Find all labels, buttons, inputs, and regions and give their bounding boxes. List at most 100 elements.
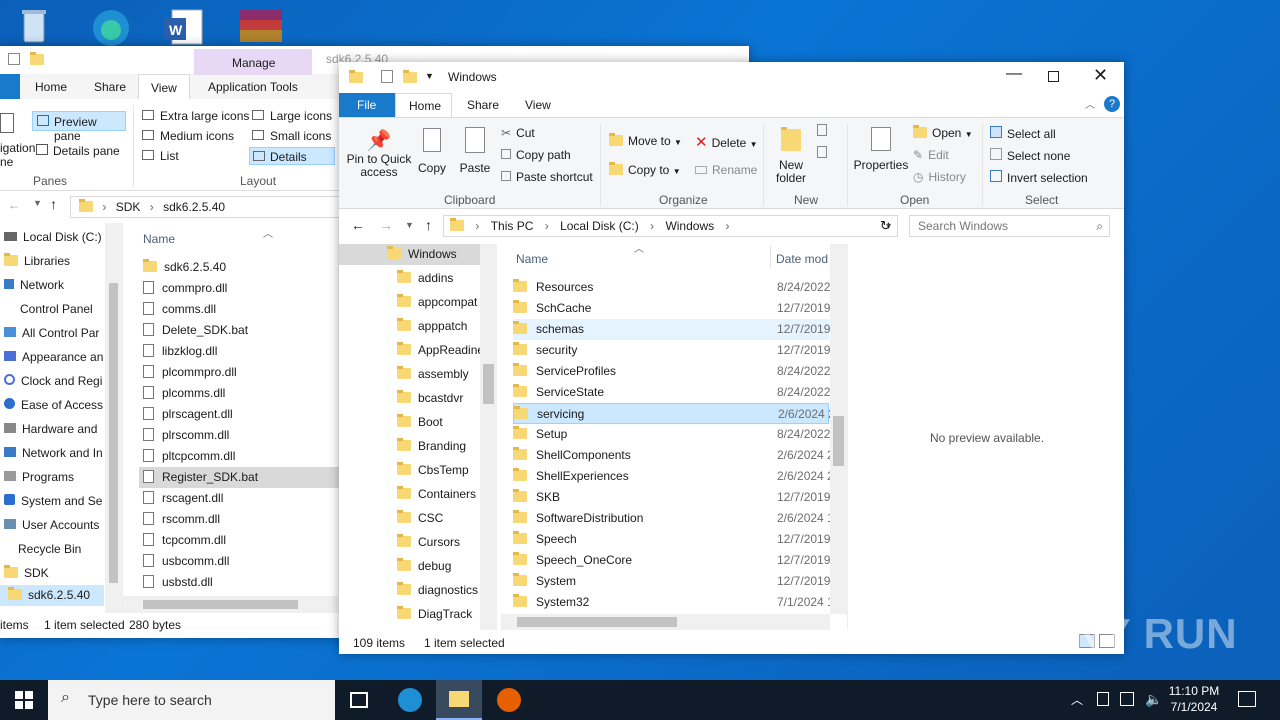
taskbar-clock[interactable]: 11:10 PM 7/1/2024 bbox=[1166, 683, 1222, 717]
navigation-pane-icon[interactable] bbox=[0, 113, 14, 133]
file-row[interactable]: usbstd.dll bbox=[143, 572, 213, 593]
notification-center-icon[interactable] bbox=[1238, 691, 1256, 707]
rename-button[interactable]: Rename bbox=[695, 163, 757, 177]
properties-icon[interactable] bbox=[8, 53, 20, 65]
nav-item-sdk[interactable]: SDK bbox=[4, 563, 49, 584]
manage-context-tab[interactable]: Manage bbox=[194, 49, 312, 75]
back-tab-share[interactable]: Share bbox=[94, 80, 126, 94]
folder-row[interactable]: SchCache 12/7/2019 bbox=[513, 298, 830, 319]
search-windows-input[interactable]: Search Windows ⌕ bbox=[909, 215, 1110, 237]
move-to-button[interactable]: Move to ▼ bbox=[609, 133, 682, 148]
back-name-column-header[interactable]: Name bbox=[143, 232, 175, 246]
back-tab-view[interactable]: View bbox=[138, 74, 190, 100]
nav-item-recycle-bin[interactable]: Recycle Bin bbox=[4, 539, 81, 560]
tray-chevron-up-icon[interactable]: ︿ bbox=[1071, 691, 1083, 708]
start-windows-icon[interactable] bbox=[15, 691, 33, 709]
nav-item-network[interactable]: Network bbox=[4, 275, 64, 296]
taskbar-edge-icon[interactable] bbox=[398, 688, 422, 712]
date-modified-column-header[interactable]: Date mod bbox=[776, 252, 828, 266]
ribbon-collapse-chevron-icon[interactable]: ︿ bbox=[1085, 96, 1095, 111]
file-row[interactable]: sdk6.2.5.40 bbox=[143, 257, 226, 278]
history-button[interactable]: ◷ History bbox=[913, 170, 966, 184]
tree-item[interactable]: Branding bbox=[397, 436, 466, 457]
file-row[interactable]: plcomms.dll bbox=[143, 383, 225, 404]
details-pane-button[interactable]: Details pane bbox=[32, 141, 126, 161]
file-row[interactable]: plcommpro.dll bbox=[143, 362, 237, 383]
name-column-header[interactable]: Name bbox=[516, 252, 548, 266]
new-folder-quick-icon[interactable] bbox=[403, 70, 417, 85]
maximize-icon[interactable] bbox=[1048, 71, 1059, 82]
back-list-hscroll[interactable] bbox=[123, 596, 339, 613]
tree-item[interactable]: debug bbox=[397, 556, 451, 577]
folder-row[interactable]: Speech 12/7/2019 bbox=[513, 529, 830, 550]
file-row[interactable]: Delete_SDK.bat bbox=[143, 320, 248, 341]
tree-item[interactable]: assembly bbox=[397, 364, 469, 385]
tree-item[interactable]: bcastdvr bbox=[397, 388, 463, 409]
new-folder-button[interactable]: New folder bbox=[769, 124, 813, 190]
tree-item[interactable]: addins bbox=[397, 268, 453, 289]
back-tab-application-tools[interactable]: Application Tools bbox=[208, 80, 298, 94]
tree-item[interactable]: Boot bbox=[397, 412, 443, 433]
folder-row[interactable]: SKB 12/7/2019 bbox=[513, 487, 830, 508]
crumb-this-pc[interactable]: This PC bbox=[491, 219, 534, 233]
folder-row[interactable]: SoftwareDistribution 2/6/2024 1 bbox=[513, 508, 834, 529]
front-file-tab[interactable]: File bbox=[339, 93, 395, 117]
help-icon[interactable]: ? bbox=[1104, 96, 1120, 112]
tree-item[interactable]: DiagTrack bbox=[397, 604, 472, 625]
file-row[interactable]: plrscagent.dll bbox=[143, 404, 233, 425]
tray-network-icon[interactable] bbox=[1097, 692, 1109, 706]
tree-item-windows[interactable]: Windows bbox=[339, 244, 480, 265]
folder-row-hover[interactable]: schemas 12/7/2019 bbox=[513, 319, 830, 340]
large-icons-option[interactable]: Large icons bbox=[252, 109, 332, 123]
list-option[interactable]: List bbox=[142, 149, 179, 163]
folder-row[interactable]: ShellComponents 2/6/2024 2 bbox=[513, 445, 834, 466]
nav-item-sdk6[interactable]: sdk6.2.5.40 bbox=[0, 585, 104, 606]
file-row-selected[interactable]: Register_SDK.bat bbox=[139, 467, 339, 488]
taskbar-firefox-icon[interactable] bbox=[497, 688, 521, 712]
open-button[interactable]: Open ▼ bbox=[913, 125, 973, 140]
tree-item[interactable]: Cursors bbox=[397, 532, 460, 553]
tray-display-icon[interactable] bbox=[1120, 692, 1134, 706]
back-crumb-sdk[interactable]: SDK bbox=[116, 200, 141, 214]
back-up-icon[interactable]: ↑ bbox=[50, 196, 57, 212]
recycle-bin-icon[interactable] bbox=[14, 6, 64, 46]
file-row[interactable]: comms.dll bbox=[143, 299, 216, 320]
copy-path-button[interactable]: Copy path bbox=[501, 148, 571, 162]
file-row[interactable]: pltcpcomm.dll bbox=[143, 446, 235, 467]
back-arrow-icon[interactable]: ← bbox=[351, 217, 365, 233]
select-all-button[interactable]: Select all bbox=[990, 126, 1056, 141]
edge-icon[interactable] bbox=[86, 6, 136, 46]
folder-row[interactable]: Resources 8/24/2022 bbox=[513, 277, 830, 298]
folder-row-selected[interactable]: servicing 2/6/2024 2 bbox=[513, 403, 835, 424]
nav-item-control-panel[interactable]: Control Panel bbox=[4, 299, 93, 320]
crumb-local-disk[interactable]: Local Disk (C:) bbox=[560, 219, 639, 233]
preview-pane-button[interactable]: Preview pane bbox=[32, 111, 126, 143]
pin-to-quick-access-button[interactable]: 📌 Pin to Quick access bbox=[343, 124, 415, 194]
folder-row[interactable]: ServiceState 8/24/2022 bbox=[513, 382, 830, 403]
tree-item[interactable]: AppReadine bbox=[397, 340, 484, 361]
paste-button[interactable]: Paste bbox=[457, 124, 493, 184]
new-folder-icon[interactable] bbox=[30, 52, 44, 67]
new-item-icon[interactable] bbox=[817, 124, 827, 136]
easy-access-icon[interactable] bbox=[817, 146, 827, 158]
folder-row[interactable]: ServiceProfiles 8/24/2022 bbox=[513, 361, 830, 382]
folder-row[interactable]: security 12/7/2019 bbox=[513, 340, 830, 361]
front-address-bar[interactable]: › This PC › Local Disk (C:) › Windows › … bbox=[443, 215, 898, 237]
front-tab-home[interactable]: Home bbox=[395, 93, 452, 118]
select-none-button[interactable]: Select none bbox=[990, 148, 1070, 163]
copy-button[interactable]: Copy bbox=[415, 124, 449, 184]
taskbar-search-box[interactable]: ⌕ Type here to search bbox=[48, 680, 335, 720]
front-tab-view[interactable]: View bbox=[525, 98, 551, 112]
details-option[interactable]: Details bbox=[249, 147, 335, 165]
file-row[interactable]: plrscomm.dll bbox=[143, 425, 229, 446]
navigation-pane-label-a[interactable]: igation bbox=[0, 141, 35, 155]
nav-item-clock[interactable]: Clock and Regi bbox=[4, 371, 102, 392]
nav-item-appearance[interactable]: Appearance an bbox=[4, 347, 103, 368]
edit-button[interactable]: ✎ Edit bbox=[913, 148, 949, 162]
folder-row[interactable]: System32 7/1/2024 1 bbox=[513, 592, 834, 613]
folder-row[interactable]: Setup 8/24/2022 bbox=[513, 424, 830, 445]
forward-arrow-icon[interactable]: → bbox=[379, 217, 393, 233]
tree-scrollbar[interactable] bbox=[480, 244, 497, 630]
properties-quick-icon[interactable] bbox=[381, 70, 393, 83]
file-list-vscroll[interactable] bbox=[830, 244, 847, 614]
